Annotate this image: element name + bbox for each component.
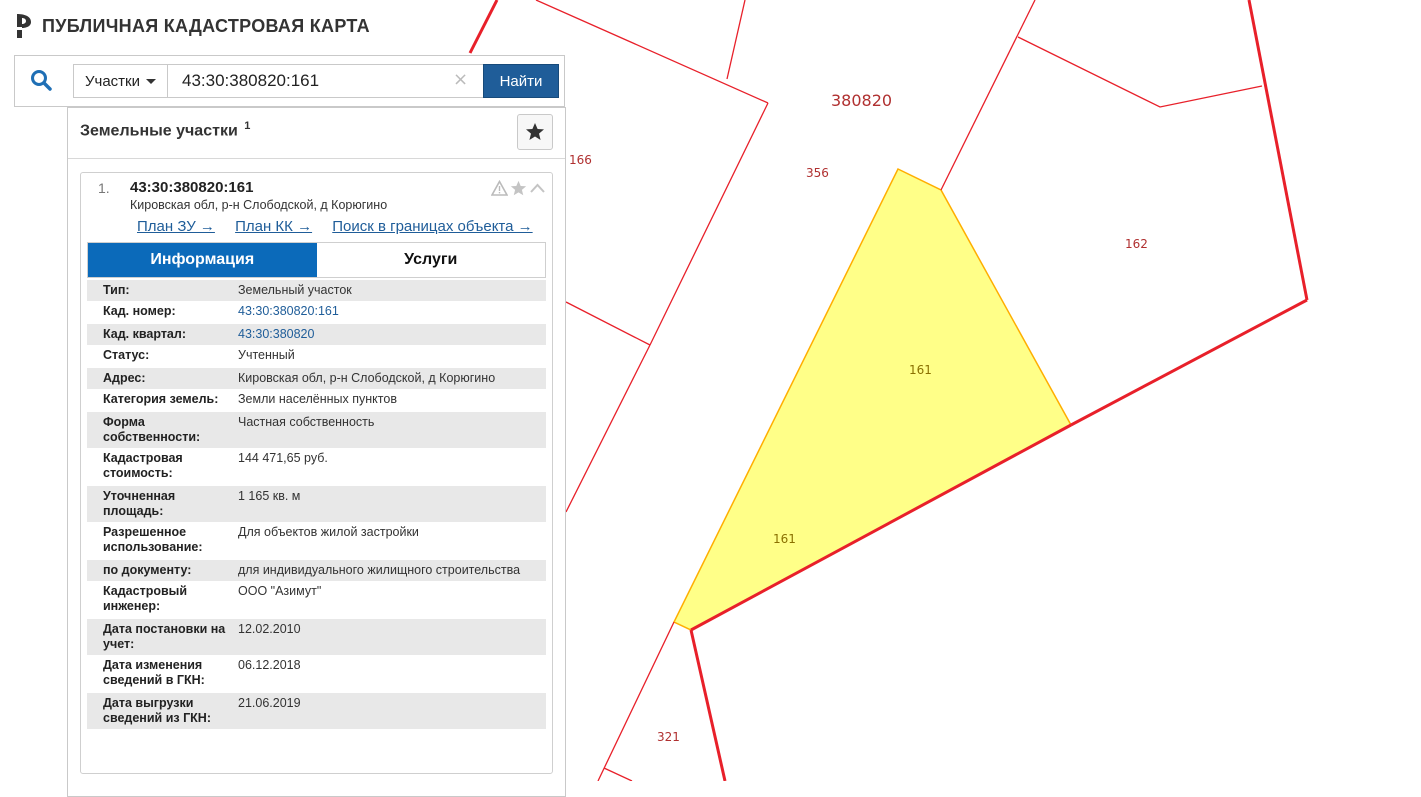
info-row: Разрешенное использование: Для объектов ж… (87, 522, 546, 560)
info-value: Земельный участок (238, 283, 352, 297)
find-button[interactable]: Найти (483, 64, 559, 98)
info-row: Дата выгрузки сведений из ГКН: 21.06.2019 (87, 693, 546, 729)
info-row: Категория земель: Земли населённых пункто… (87, 389, 546, 412)
quarter-label: 380820 (831, 91, 892, 110)
info-row: Адрес: Кировская обл, р-н Слободской, д К… (87, 368, 546, 389)
info-value[interactable]: 43:30:380820 (238, 327, 546, 342)
plan-kk-link[interactable]: План КК → (235, 218, 312, 235)
info-row: Тип: Земельный участок (87, 280, 546, 301)
info-key: Кадастровый инженер: (103, 584, 188, 613)
info-value: Кировская обл, р-н Слободской, д Корюгин… (238, 371, 496, 385)
tab-services[interactable]: Услуги (316, 243, 545, 277)
results-panel: Земельные участки 1 1. 43:30:380820:161 … (67, 107, 566, 797)
chevron-down-icon (146, 78, 156, 84)
results-count: 1 (244, 120, 251, 132)
brand[interactable]: ПУБЛИЧНАЯ КАДАСТРОВАЯ КАРТА (14, 12, 370, 40)
result-card: 1. 43:30:380820:161 Кировская обл, р-н С… (80, 172, 553, 774)
search-bar: Участки × Найти (14, 55, 565, 107)
logo-icon (15, 14, 31, 38)
info-value: для индивидуального жилищного строительс… (238, 563, 521, 577)
star-icon[interactable] (510, 180, 527, 197)
results-header: Земельные участки 1 (68, 108, 565, 159)
parcel-label-162: 162 (1125, 237, 1148, 251)
info-tabs: Информация Услуги (87, 242, 546, 278)
parcel-label-166: 166 (569, 153, 592, 167)
results-title-text: Земельные участки (80, 122, 238, 140)
tab-info[interactable]: Информация (88, 243, 317, 277)
parcel-label-321: 321 (657, 730, 680, 744)
info-key: Разрешенное использование: (103, 525, 203, 554)
info-value: 21.06.2019 (238, 696, 301, 710)
search-type-label: Участки (85, 72, 140, 90)
result-index: 1. (98, 180, 110, 196)
plan-zu-link[interactable]: План ЗУ → (137, 218, 215, 235)
info-row: по документу: для индивидуального жилищно… (87, 560, 546, 581)
selected-parcel[interactable] (672, 167, 1073, 631)
info-row: Кадастровая стоимость: 144 471,65 руб. (87, 448, 546, 486)
clear-icon[interactable]: × (453, 70, 468, 90)
info-key: Дата постановки на учет: (103, 622, 226, 651)
info-table: Тип: Земельный участок Кад. номер: 43:30:38… (87, 280, 546, 729)
warning-icon[interactable] (490, 179, 509, 197)
info-row: Уточненная площадь: 1 165 кв. м (87, 486, 546, 522)
info-value: Частная собственность (238, 415, 375, 429)
info-key: Кад. номер: (103, 304, 176, 318)
info-key: Дата выгрузки сведений из ГКН: (103, 696, 211, 725)
info-row: Кадастровый инженер: ООО "Азимут" (87, 581, 546, 619)
info-value[interactable]: 43:30:380820:161 (238, 304, 546, 319)
info-value: Для объектов жилой застройки (238, 525, 419, 539)
info-key: Адрес: (103, 371, 146, 385)
results-title: Земельные участки 1 (80, 120, 250, 140)
search-type-select[interactable]: Участки (73, 64, 167, 98)
info-key: Дата изменения сведений в ГКН: (103, 658, 205, 687)
result-links: План ЗУ → План КК → Поиск в границах объ… (137, 218, 549, 235)
info-key: Форма собственности: (103, 415, 201, 444)
info-value: 1 165 кв. м (238, 489, 301, 503)
info-row: Кад. номер: 43:30:380820:161 (87, 301, 546, 324)
result-cadastral-number[interactable]: 43:30:380820:161 (130, 179, 253, 196)
star-icon (526, 123, 544, 140)
info-key: Кадастровая стоимость: (103, 451, 183, 480)
info-row: Дата постановки на учет: 12.02.2010 (87, 619, 546, 655)
parcel-label-161-a: 161 (909, 363, 932, 377)
info-row: Кад. квартал: 43:30:380820 (87, 324, 546, 345)
favorites-button[interactable] (517, 114, 553, 150)
search-input[interactable] (167, 64, 484, 98)
info-row: Дата изменения сведений в ГКН: 06.12.2018 (87, 655, 546, 693)
info-key: по документу: (103, 563, 192, 577)
info-value: 144 471,65 руб. (238, 451, 328, 465)
info-row: Форма собственности: Частная собственност… (87, 412, 546, 448)
parcel-label-161-b: 161 (773, 532, 796, 546)
info-value: 12.02.2010 (238, 622, 301, 636)
info-value: ООО "Азимут" (238, 584, 322, 598)
info-key: Тип: (103, 283, 130, 297)
info-key: Категория земель: (103, 392, 219, 406)
search-icon[interactable] (29, 68, 53, 92)
info-value: Учтенный (238, 348, 295, 362)
result-address: Кировская обл, р-н Слободской, д Корюгин… (130, 198, 388, 212)
app-title: ПУБЛИЧНАЯ КАДАСТРОВАЯ КАРТА (42, 15, 370, 36)
info-value: Земли населённых пунктов (238, 392, 397, 406)
search-in-bounds-link[interactable]: Поиск в границах объекта → (332, 218, 532, 235)
result-actions (490, 179, 546, 197)
chevron-up-icon[interactable] (529, 180, 546, 197)
info-key: Кад. квартал: (103, 327, 186, 341)
info-row: Статус: Учтенный (87, 345, 546, 368)
info-value: 06.12.2018 (238, 658, 301, 672)
info-key: Уточненная площадь: (103, 489, 176, 518)
info-key: Статус: (103, 348, 150, 362)
parcel-label-356: 356 (806, 166, 829, 180)
